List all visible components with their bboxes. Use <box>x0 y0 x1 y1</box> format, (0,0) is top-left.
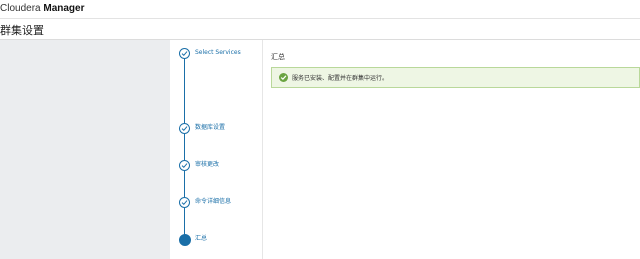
alert-message: 服务已安装、配置并在群集中运行。 <box>292 75 389 82</box>
section-title: 汇总 <box>271 53 285 61</box>
left-panel <box>0 40 170 259</box>
success-alert: 服务已安装、配置并在群集中运行。 <box>271 67 640 88</box>
wizard-step-label: Select Services <box>195 49 241 56</box>
brand-name-bold: Manager <box>43 3 85 14</box>
page-title: 群集设置 <box>0 24 44 37</box>
wizard-step-label: 命令详细信息 <box>195 198 232 205</box>
wizard-step-label: 汇总 <box>195 235 208 242</box>
success-check-icon <box>279 73 288 82</box>
check-icon <box>179 48 190 59</box>
check-icon <box>179 123 190 134</box>
brand-name-light: Cloudera <box>0 3 41 14</box>
current-step-icon <box>179 234 191 246</box>
cloudera-manager-logo[interactable]: Cloudera Manager <box>0 3 85 14</box>
check-icon <box>179 197 190 208</box>
wizard-progress-line <box>184 56 185 242</box>
wizard-steps: Select Services 数据库设置 审核更改 命令详细信息 汇总 <box>170 40 263 259</box>
top-bar: Cloudera Manager <box>0 0 640 19</box>
wizard-step-label: 数据库设置 <box>195 124 226 131</box>
wizard-step-label: 审核更改 <box>195 161 220 168</box>
main-content: 汇总 服务已安装、配置并在群集中运行。 <box>263 40 640 259</box>
title-bar: 群集设置 <box>0 19 640 40</box>
check-icon <box>179 160 190 171</box>
